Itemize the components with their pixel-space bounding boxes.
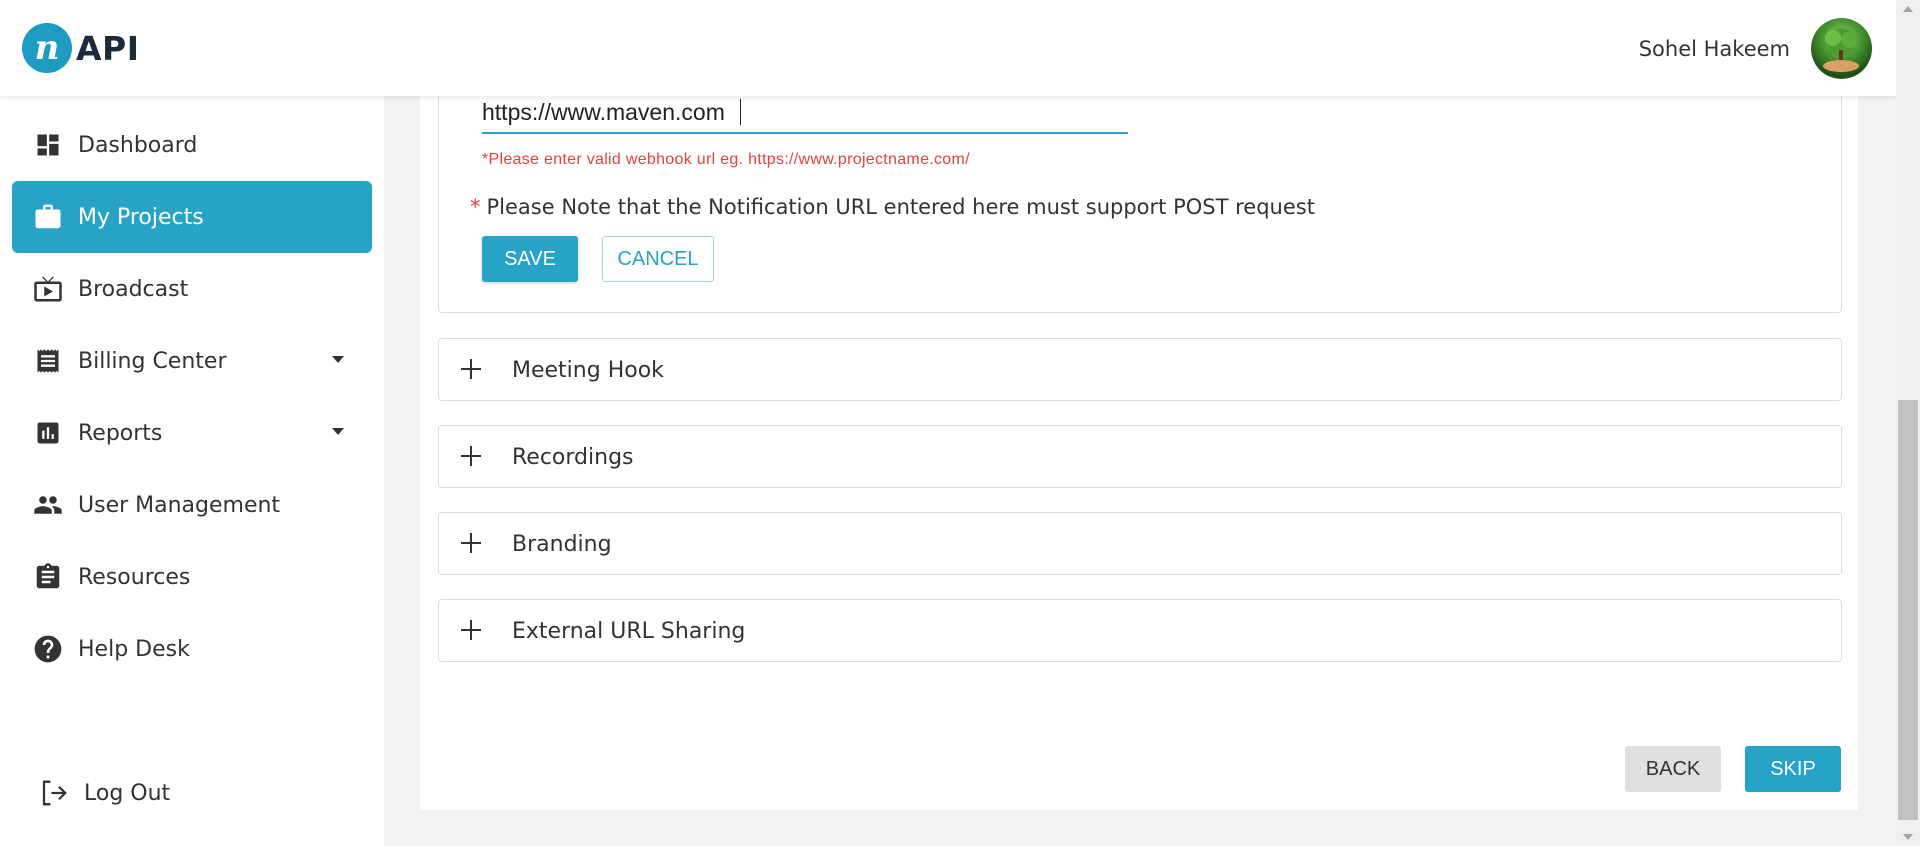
- plus-icon: [457, 529, 485, 557]
- top-header: n API Sohel Hakeem: [0, 0, 1896, 96]
- plus-icon: [457, 442, 485, 470]
- accordion-recordings[interactable]: Recordings: [438, 425, 1842, 488]
- accordion-label: External URL Sharing: [512, 619, 746, 644]
- sidebar-item-label: User Management: [78, 492, 281, 518]
- url-error-message: *Please enter valid webhook url eg. http…: [482, 151, 970, 168]
- webhook-url-input[interactable]: [482, 96, 1128, 134]
- skip-button[interactable]: SKIP: [1745, 746, 1841, 792]
- accordion-external-url-sharing[interactable]: External URL Sharing: [438, 599, 1842, 662]
- plus-icon: [457, 355, 485, 383]
- receipt-icon: [32, 345, 64, 377]
- people-icon: [32, 489, 64, 521]
- sidebar-item-dashboard[interactable]: Dashboard: [12, 109, 372, 181]
- accordion-meeting-hook[interactable]: Meeting Hook: [438, 338, 1842, 401]
- clipboard-icon: [32, 561, 64, 593]
- sidebar-item-label: Reports: [78, 420, 163, 446]
- accordion-label: Recordings: [512, 445, 634, 470]
- sidebar-item-user-management[interactable]: User Management: [12, 469, 372, 541]
- sidebar-item-label: Resources: [78, 564, 191, 590]
- note-text: Please Note that the Notification URL en…: [486, 195, 1315, 219]
- bar-chart-icon: [32, 417, 64, 449]
- accordion-branding[interactable]: Branding: [438, 512, 1842, 575]
- sidebar-item-billing-center[interactable]: Billing Center: [12, 325, 372, 397]
- scroll-up-icon[interactable]: [1903, 6, 1913, 12]
- accordion-label: Branding: [512, 532, 612, 557]
- logo-text: API: [76, 28, 140, 68]
- avatar-image: [1823, 28, 1859, 72]
- logout-label: Log Out: [84, 780, 171, 806]
- avatar[interactable]: [1811, 18, 1872, 79]
- tv-icon: [32, 273, 64, 305]
- chevron-down-icon: [332, 356, 344, 363]
- scroll-thumb[interactable]: [1898, 400, 1918, 820]
- sidebar-item-label: Dashboard: [78, 132, 198, 158]
- cancel-button[interactable]: CANCEL: [602, 236, 714, 282]
- logo-mark: n: [22, 23, 72, 73]
- briefcase-icon: [32, 201, 64, 233]
- plus-icon: [457, 616, 485, 644]
- sidebar-item-label: Help Desk: [78, 636, 190, 662]
- sidebar-item-broadcast[interactable]: Broadcast: [12, 253, 372, 325]
- logout-button[interactable]: Log Out: [12, 757, 372, 829]
- help-icon: [32, 633, 64, 665]
- sidebar-item-resources[interactable]: Resources: [12, 541, 372, 613]
- sidebar-item-my-projects[interactable]: My Projects: [12, 181, 372, 253]
- sidebar-item-label: Broadcast: [78, 276, 189, 302]
- scroll-down-icon[interactable]: [1903, 834, 1913, 840]
- required-star: *: [470, 195, 481, 219]
- sidebar-item-reports[interactable]: Reports: [12, 397, 372, 469]
- back-button[interactable]: BACK: [1625, 746, 1721, 792]
- sidebar-item-label: My Projects: [78, 204, 204, 230]
- logout-icon: [38, 777, 70, 809]
- page-scrollbar[interactable]: [1896, 0, 1920, 846]
- sidebar-item-label: Billing Center: [78, 348, 227, 374]
- accordion-label: Meeting Hook: [512, 358, 664, 383]
- chevron-down-icon: [332, 428, 344, 435]
- user-name[interactable]: Sohel Hakeem: [1639, 37, 1790, 61]
- save-button[interactable]: SAVE: [482, 236, 578, 282]
- sidebar-item-help-desk[interactable]: Help Desk: [12, 613, 372, 685]
- dashboard-icon: [32, 129, 64, 161]
- notification-note: * Please Note that the Notification URL e…: [470, 195, 1315, 219]
- text-cursor: [740, 99, 741, 125]
- app-logo[interactable]: n API: [22, 23, 140, 73]
- sidebar: Dashboard My Projects Broadcast Billing …: [0, 96, 384, 846]
